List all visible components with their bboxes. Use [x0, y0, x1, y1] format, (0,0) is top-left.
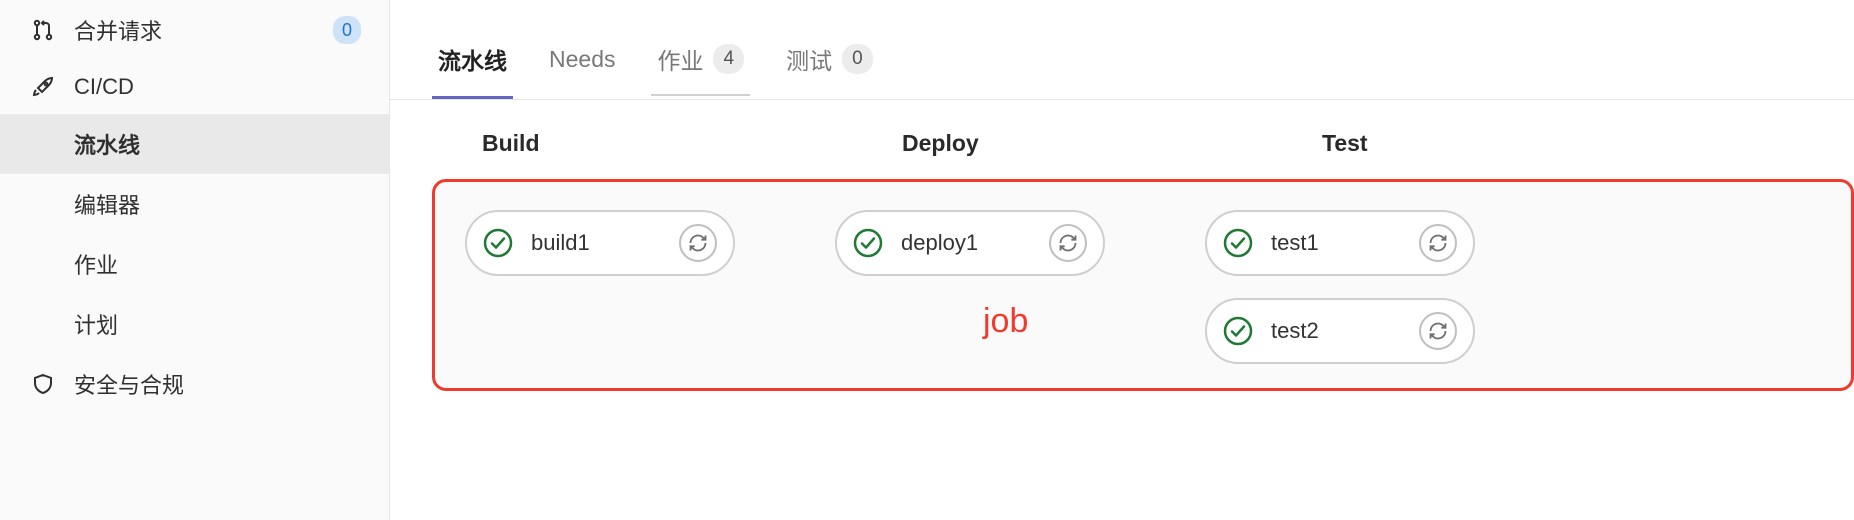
stage-header-build: Build — [472, 130, 752, 157]
sidebar: 合并请求 0 CI/CD 流水线 编辑器 作业 计划 安全与合规 — [0, 0, 390, 520]
tab-pipeline[interactable]: 流水线 — [432, 30, 513, 99]
tab-needs[interactable]: Needs — [543, 34, 621, 96]
status-passed-icon — [481, 226, 515, 260]
sidebar-item-label: 计划 — [74, 308, 118, 340]
tab-tests[interactable]: 测试 0 — [780, 30, 879, 99]
job-build1[interactable]: build1 — [465, 210, 735, 276]
tab-label: 流水线 — [438, 42, 507, 76]
stage-build-jobs: build1 — [465, 210, 735, 364]
job-label: test1 — [1271, 230, 1403, 256]
retry-icon[interactable] — [1049, 224, 1087, 262]
retry-icon[interactable] — [679, 224, 717, 262]
stage-header-test: Test — [1312, 130, 1592, 157]
main-panel: 流水线 Needs 作业 4 测试 0 Build Deploy Test — [390, 0, 1854, 520]
job-deploy1[interactable]: deploy1 — [835, 210, 1105, 276]
stage-headers: Build Deploy Test — [432, 130, 1854, 179]
annotation-label: job — [983, 302, 1028, 341]
tab-label: 测试 — [786, 42, 832, 76]
retry-icon[interactable] — [1419, 224, 1457, 262]
sidebar-item-label: 编辑器 — [74, 188, 140, 220]
job-test2[interactable]: test2 — [1205, 298, 1475, 364]
sidebar-item-jobs[interactable]: 作业 — [0, 234, 389, 294]
tests-count-badge: 0 — [842, 44, 873, 74]
merge-requests-count-badge: 0 — [333, 16, 361, 44]
job-label: test2 — [1271, 318, 1403, 344]
tab-jobs[interactable]: 作业 4 — [651, 30, 750, 99]
status-passed-icon — [1221, 314, 1255, 348]
sidebar-item-security[interactable]: 安全与合规 — [0, 354, 389, 414]
jobs-annotation-box: build1 deploy1 — [432, 179, 1854, 391]
job-label: build1 — [531, 230, 663, 256]
sidebar-item-cicd[interactable]: CI/CD — [0, 60, 389, 114]
retry-icon[interactable] — [1419, 312, 1457, 350]
sidebar-item-label: CI/CD — [74, 74, 134, 100]
tab-label: 作业 — [657, 42, 703, 76]
stage-test-jobs: test1 test2 — [1205, 210, 1475, 364]
stage-header-deploy: Deploy — [892, 130, 1172, 157]
stage-deploy-jobs: deploy1 — [835, 210, 1105, 364]
sidebar-item-label: 流水线 — [74, 128, 140, 160]
jobs-count-badge: 4 — [713, 44, 744, 74]
status-passed-icon — [851, 226, 885, 260]
status-passed-icon — [1221, 226, 1255, 260]
sidebar-item-merge-requests[interactable]: 合并请求 0 — [0, 0, 389, 60]
sidebar-item-label: 作业 — [74, 248, 118, 280]
sidebar-item-editor[interactable]: 编辑器 — [0, 174, 389, 234]
sidebar-item-schedules[interactable]: 计划 — [0, 294, 389, 354]
sidebar-item-label: 合并请求 — [74, 14, 162, 46]
sidebar-item-label: 安全与合规 — [74, 368, 184, 400]
job-label: deploy1 — [901, 230, 1033, 256]
merge-request-icon — [30, 17, 56, 43]
pipeline-tabs: 流水线 Needs 作业 4 测试 0 — [390, 0, 1854, 100]
sidebar-item-pipelines[interactable]: 流水线 — [0, 114, 389, 174]
rocket-icon — [30, 74, 56, 100]
shield-icon — [30, 371, 56, 397]
pipeline-graph: Build Deploy Test build1 — [432, 130, 1854, 391]
tab-label: Needs — [549, 46, 615, 73]
job-test1[interactable]: test1 — [1205, 210, 1475, 276]
